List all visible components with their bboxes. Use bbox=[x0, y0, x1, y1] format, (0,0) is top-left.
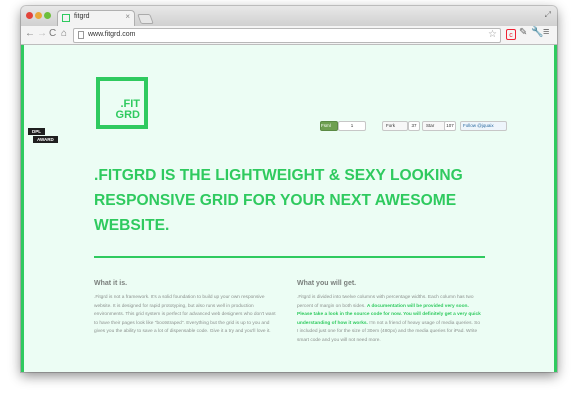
home-button[interactable]: ⌂ bbox=[61, 28, 67, 39]
award-ribbon[interactable]: DPL AWARD bbox=[28, 128, 58, 146]
logo-text-2: GRD bbox=[115, 109, 140, 121]
ribbon-label-1: DPL bbox=[28, 128, 45, 135]
section-title: What you will get. bbox=[297, 280, 357, 287]
page-content: DPL AWARD .FIT GRD Fsml 1 Fork 37 Star 1… bbox=[21, 45, 557, 372]
tab-close-icon[interactable]: × bbox=[125, 12, 130, 21]
section-divider bbox=[94, 256, 485, 258]
extension-icon[interactable]: c bbox=[506, 29, 516, 40]
facebook-like-button[interactable]: Fsml bbox=[320, 121, 338, 131]
menu-icon[interactable]: ≡ bbox=[543, 26, 549, 38]
github-star-button[interactable]: Star bbox=[422, 121, 446, 131]
what-you-get-section: What you will get. .Fitgrd is divided in… bbox=[297, 280, 481, 346]
section-text: .Fitgrd is not a framework. It's a solid… bbox=[94, 295, 276, 335]
favicon-icon bbox=[62, 14, 70, 22]
extension-puzzle-icon[interactable]: ✎ bbox=[519, 27, 527, 38]
tab-fitgrd[interactable]: fitgrd × bbox=[57, 10, 135, 27]
address-bar[interactable]: www.fitgrd.com ☆ bbox=[73, 28, 501, 43]
tab-title: fitgrd bbox=[74, 13, 90, 20]
page-headline: .FITGRD IS THE LIGHTWEIGHT & SEXY LOOKIN… bbox=[94, 167, 463, 234]
forward-button[interactable]: → bbox=[37, 28, 47, 39]
browser-toolbar: ← → C ⌂ www.fitgrd.com ☆ c ✎ 🔧 ≡ bbox=[21, 26, 557, 45]
page-icon bbox=[78, 31, 84, 39]
wrench-icon[interactable]: 🔧 bbox=[531, 27, 543, 38]
section-title: What it is. bbox=[94, 280, 128, 287]
logo[interactable]: .FIT GRD bbox=[96, 77, 148, 129]
title-bar: fitgrd × ⤢ bbox=[21, 6, 557, 27]
fullscreen-icon[interactable]: ⤢ bbox=[545, 10, 551, 20]
fork-count: 37 bbox=[408, 121, 420, 131]
url-text[interactable]: www.fitgrd.com bbox=[88, 31, 135, 38]
facebook-count: 1 bbox=[338, 121, 366, 131]
close-window-button[interactable] bbox=[26, 12, 33, 19]
bookmark-star-icon[interactable]: ☆ bbox=[488, 29, 497, 40]
star-count: 107 bbox=[444, 121, 456, 131]
reload-button[interactable]: C bbox=[49, 28, 56, 39]
github-fork-button[interactable]: Fork bbox=[382, 121, 408, 131]
back-button[interactable]: ← bbox=[25, 28, 35, 39]
twitter-follow-button[interactable]: Follow @jquaix bbox=[460, 121, 507, 131]
browser-window: fitgrd × ⤢ ← → C ⌂ www.fitgrd.com ☆ c ✎ … bbox=[21, 6, 557, 372]
new-tab-button[interactable] bbox=[137, 14, 154, 24]
section-text: .Fitgrd is divided into twelve columns w… bbox=[297, 294, 481, 346]
maximize-window-button[interactable] bbox=[44, 12, 51, 19]
ribbon-label-2: AWARD bbox=[33, 136, 58, 143]
what-it-is-section: What it is. .Fitgrd is not a framework. … bbox=[94, 280, 278, 337]
minimize-window-button[interactable] bbox=[35, 12, 42, 19]
